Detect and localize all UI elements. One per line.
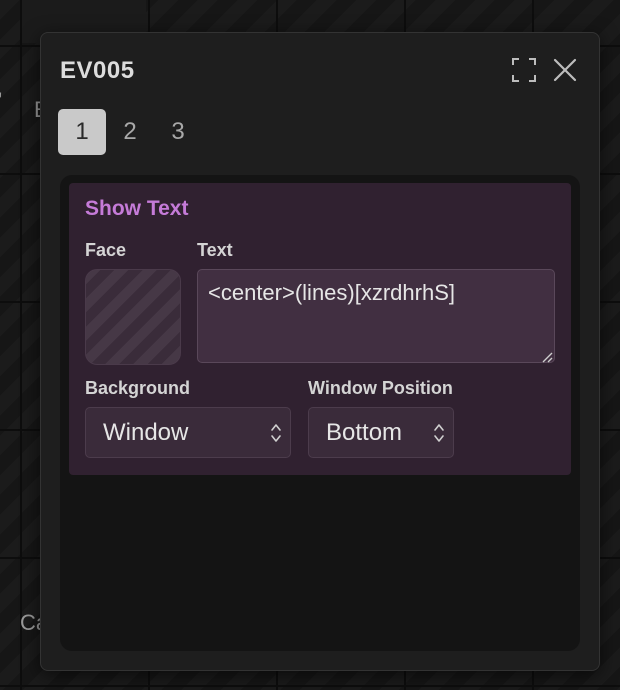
tab-page-3[interactable]: 3 <box>154 109 202 155</box>
window-position-select[interactable]: Bottom <box>308 407 454 458</box>
background-label: Background <box>85 378 191 398</box>
tab-page-1[interactable]: 1 <box>58 109 106 155</box>
background-select[interactable]: Window <box>85 407 291 458</box>
background-select-value: Window <box>103 419 189 446</box>
chevron-updown-icon <box>271 424 281 442</box>
event-editor-window: EV005 1 2 3 Show Text Face Text <center>… <box>40 32 600 671</box>
resize-grip-icon[interactable] <box>541 351 553 363</box>
face-label: Face <box>85 240 127 260</box>
expand-icon <box>512 58 536 82</box>
page-tabs: 1 2 3 <box>58 109 202 155</box>
window-position-label: Window Position <box>308 378 453 398</box>
window-position-select-value: Bottom <box>326 419 403 446</box>
command-list-panel: Show Text Face Text <center>(lines)[xzrd… <box>60 175 580 651</box>
close-button[interactable] <box>550 55 580 85</box>
command-title: Show Text <box>85 197 189 220</box>
expand-button[interactable] <box>509 55 539 85</box>
text-input[interactable]: <center>(lines)[xzrdhrhS] <box>197 269 555 363</box>
background-text-fragment: ' <box>0 88 2 114</box>
close-icon <box>553 58 577 82</box>
window-title: EV005 <box>60 57 135 84</box>
tab-page-2[interactable]: 2 <box>106 109 154 155</box>
face-picker[interactable] <box>85 269 181 365</box>
text-label: Text <box>197 240 233 260</box>
chevron-updown-icon <box>434 424 444 442</box>
show-text-command[interactable]: Show Text Face Text <center>(lines)[xzrd… <box>69 183 571 475</box>
